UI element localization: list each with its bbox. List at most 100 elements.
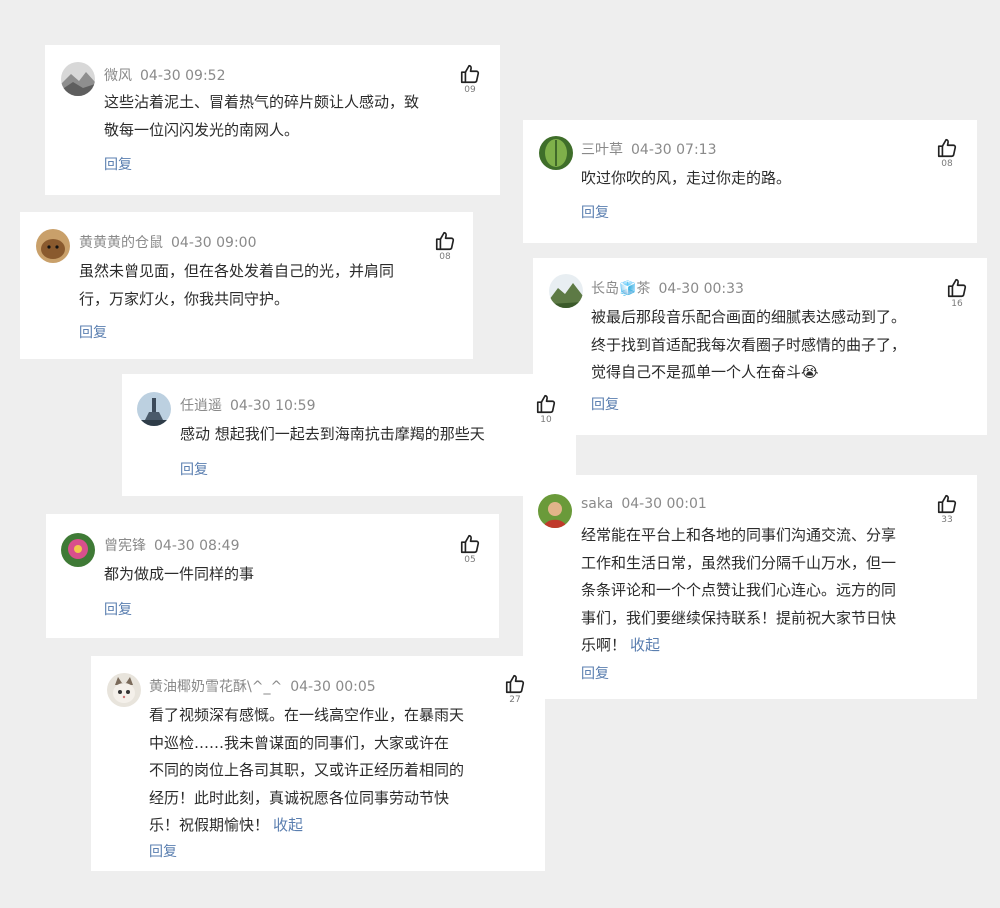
comment-line: 都为做成一件同样的事 [104, 565, 255, 583]
comment-card: 黄黄黄的仓鼠 04-30 09:00 虽然未曾见面，但在各处发着自己的光，并肩同 … [20, 212, 473, 359]
comment-time: 04-30 08:49 [154, 538, 240, 554]
comment-line: 被最后那段音乐配合画面的细腻表达感动到了。 [591, 308, 907, 326]
reply-button[interactable]: 回复 [104, 599, 132, 619]
comment-user: 微风 04-30 09:52 [104, 65, 225, 85]
username[interactable]: 曾宪锋 [104, 538, 146, 554]
reply-button[interactable]: 回复 [79, 322, 107, 342]
comment-card: saka 04-30 00:01 经常能在平台上和各地的同事们沟通交流、分享 工作… [523, 475, 977, 699]
reply-button[interactable]: 回复 [591, 394, 619, 414]
comment-line-text: 乐！祝假期愉快！ [149, 816, 270, 834]
username[interactable]: 微风 [104, 68, 132, 84]
comment-line: 敬每一位闪闪发光的南网人。 [104, 120, 300, 139]
like-count: 27 [509, 695, 521, 705]
reply-button[interactable]: 回复 [581, 202, 609, 222]
comment-line: 吹过你吹的风，走过你走的路。 [581, 169, 792, 187]
comment-time: 04-30 00:01 [621, 496, 707, 512]
hill-avatar-icon[interactable] [549, 274, 583, 308]
comment-line: 感动 想起我们一起去到海南抗击摩羯的那些天 [180, 425, 485, 443]
reply-button[interactable]: 回复 [180, 459, 208, 479]
comment-line: 工作和生活日常，虽然我们分隔千山万水，但一 [581, 553, 897, 572]
comment-line: 不同的岗位上各司其职，又或许正经历着相同的 [149, 761, 465, 779]
leaf-avatar-icon[interactable] [539, 136, 573, 170]
hamster-avatar-icon[interactable] [36, 229, 70, 263]
comment-line-text: 乐啊！ [581, 636, 627, 654]
thumbs-up-icon [505, 674, 525, 694]
comment-text: 被最后那段音乐配合画面的细腻表达感动到了。 终于找到首适配我每次看圈子时感情的曲… [591, 304, 951, 387]
like-count: 33 [941, 515, 953, 525]
comment-line: 中巡检……我未曾谋面的同事们，大家或许在 [149, 733, 450, 752]
comment-card: 三叶草 04-30 07:13 吹过你吹的风，走过你走的路。 回复 08 [523, 120, 977, 243]
comment-line: 这些沾着泥土、冒着热气的碎片颇让人感动，致 [104, 93, 420, 111]
username[interactable]: saka [581, 496, 613, 512]
thumbs-up-icon [435, 231, 455, 251]
like-button[interactable]: 08 [431, 230, 459, 263]
person-avatar-icon[interactable] [538, 494, 572, 528]
comment-time: 04-30 09:52 [140, 68, 226, 84]
comment-text: 感动 想起我们一起去到海南抗击摩羯的那些天 [180, 421, 540, 449]
like-button[interactable]: 10 [532, 393, 560, 426]
collapse-link[interactable]: 收起 [630, 636, 660, 654]
comment-text: 看了视频深有感慨。在一线高空作业，在暴雨天 中巡检……我未曾谋面的同事们，大家或… [149, 702, 509, 840]
reply-button[interactable]: 回复 [104, 154, 132, 174]
thumbs-up-icon [460, 534, 480, 554]
thumbs-up-icon [947, 278, 967, 298]
comment-line: 看了视频深有感慨。在一线高空作业，在暴雨天 [149, 706, 465, 724]
comment-time: 04-30 00:33 [658, 281, 744, 297]
like-count: 08 [941, 159, 953, 169]
username[interactable]: 三叶草 [581, 142, 623, 158]
like-button[interactable]: 16 [943, 277, 971, 310]
comment-user: 任逍遥 04-30 10:59 [180, 395, 315, 415]
thumbs-up-icon [536, 394, 556, 414]
username[interactable]: 任逍遥 [180, 398, 222, 414]
like-button[interactable]: 05 [456, 533, 484, 566]
comment-user: 长岛🧊茶 04-30 00:33 [591, 278, 744, 298]
comment-line: 经历！此时此刻，真诚祝愿各位同事劳动节快 [149, 788, 450, 807]
comment-user: 黄黄黄的仓鼠 04-30 09:00 [79, 232, 256, 252]
thumbs-up-icon [460, 64, 480, 84]
comment-user: 曾宪锋 04-30 08:49 [104, 535, 239, 555]
comment-card: 微风 04-30 09:52 这些沾着泥土、冒着热气的碎片颇让人感动，致 敬每一位… [45, 45, 500, 195]
cat-avatar-icon[interactable] [107, 673, 141, 707]
comment-text: 这些沾着泥土、冒着热气的碎片颇让人感动，致 敬每一位闪闪发光的南网人。 [104, 89, 454, 144]
comment-line: 事们，我们要继续保持联系！提前祝大家节日快 [581, 608, 897, 627]
thumbs-up-icon [937, 494, 957, 514]
username[interactable]: 黄油椰奶雪花酥\^_^ [149, 679, 282, 695]
comment-line: 终于找到首适配我每次看圈子时感情的曲子了， [591, 335, 907, 354]
comment-line: 行，万家灯火，你我共同守护。 [79, 289, 290, 308]
comment-card: 曾宪锋 04-30 08:49 都为做成一件同样的事 回复 05 [46, 514, 499, 638]
comment-user: 黄油椰奶雪花酥\^_^ 04-30 00:05 [149, 676, 376, 696]
like-count: 05 [464, 555, 476, 565]
like-button[interactable]: 08 [933, 137, 961, 170]
comment-time: 04-30 09:00 [171, 235, 257, 251]
like-button[interactable]: 09 [456, 63, 484, 96]
like-count: 09 [464, 85, 476, 95]
like-count: 08 [439, 252, 451, 262]
comment-user: saka 04-30 00:01 [581, 496, 707, 512]
comment-line: 虽然未曾见面，但在各处发着自己的光，并肩同 [79, 262, 395, 280]
tower-avatar-icon[interactable] [137, 392, 171, 426]
username[interactable]: 长岛🧊茶 [591, 281, 650, 297]
like-count: 10 [540, 415, 552, 425]
comment-line: 乐！祝假期愉快！ 收起 [149, 812, 509, 840]
like-button[interactable]: 33 [933, 493, 961, 526]
comment-time: 04-30 10:59 [230, 398, 316, 414]
comment-card: 黄油椰奶雪花酥\^_^ 04-30 00:05 看了视频深有感慨。在一线高空作业，… [91, 656, 545, 871]
comment-text: 虽然未曾见面，但在各处发着自己的光，并肩同 行，万家灯火，你我共同守护。 [79, 258, 429, 313]
flower-avatar-icon[interactable] [61, 533, 95, 567]
like-button[interactable]: 27 [501, 673, 529, 706]
comment-text: 吹过你吹的风，走过你走的路。 [581, 165, 931, 193]
comment-time: 04-30 00:05 [290, 679, 376, 695]
comment-line: 经常能在平台上和各地的同事们沟通交流、分享 [581, 526, 897, 544]
username[interactable]: 黄黄黄的仓鼠 [79, 235, 163, 251]
comment-card: 长岛🧊茶 04-30 00:33 被最后那段音乐配合画面的细腻表达感动到了。 终于… [533, 258, 987, 435]
comment-line: 觉得自己不是孤单一个人在奋斗😭 [591, 363, 819, 381]
like-count: 16 [951, 299, 963, 309]
comment-text: 都为做成一件同样的事 [104, 561, 454, 589]
comment-card: 任逍遥 04-30 10:59 感动 想起我们一起去到海南抗击摩羯的那些天 回复 … [122, 374, 576, 496]
landscape-avatar-icon[interactable] [61, 62, 95, 96]
reply-button[interactable]: 回复 [149, 841, 177, 861]
comment-line: 乐啊！ 收起 [581, 632, 941, 660]
comment-time: 04-30 07:13 [631, 142, 717, 158]
collapse-link[interactable]: 收起 [273, 816, 303, 834]
reply-button[interactable]: 回复 [581, 663, 609, 683]
